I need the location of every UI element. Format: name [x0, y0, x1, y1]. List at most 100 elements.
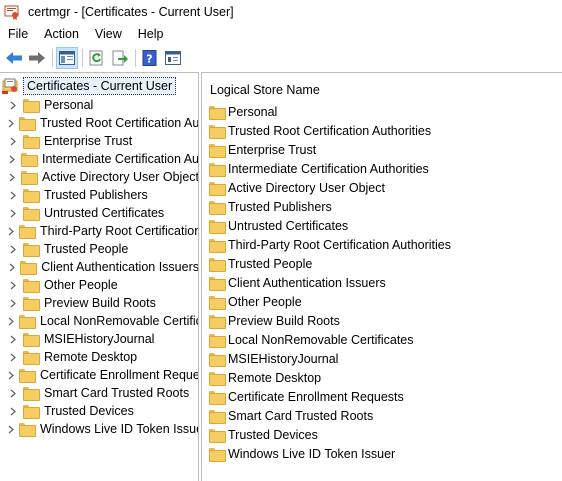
- chevron-right-icon[interactable]: [8, 186, 18, 204]
- tree-item-third-party-root-certification[interactable]: Third-Party Root Certification: [0, 222, 199, 240]
- store-item-preview-build-roots[interactable]: Preview Build Roots: [202, 311, 562, 330]
- tree-list: Personal Trusted Root Certification Au Ent…: [0, 96, 199, 438]
- store-item-msiehistoryjournal[interactable]: MSIEHistoryJournal: [202, 349, 562, 368]
- tree-item-trusted-root-certification-au[interactable]: Trusted Root Certification Au: [0, 114, 198, 132]
- store-item-remote-desktop[interactable]: Remote Desktop: [202, 368, 562, 387]
- store-item-trusted-people[interactable]: Trusted People: [202, 254, 562, 273]
- store-item-windows-live-id-token-issuer[interactable]: Windows Live ID Token Issuer: [202, 444, 562, 463]
- folder-icon: [19, 423, 36, 437]
- store-item-third-party-root-certification-authorities[interactable]: Third-Party Root Certification Authoriti…: [202, 235, 562, 254]
- tree-item-local-nonremovable-certific[interactable]: Local NonRemovable Certific: [0, 312, 199, 330]
- chevron-right-icon[interactable]: [8, 276, 18, 294]
- chevron-right-icon[interactable]: [8, 150, 16, 168]
- tree-item-label: Windows Live ID Token Issuer: [40, 422, 199, 436]
- tree-item-remote-desktop[interactable]: Remote Desktop: [0, 348, 198, 366]
- forward-button[interactable]: [26, 47, 48, 69]
- chevron-right-icon[interactable]: [8, 384, 18, 402]
- store-item-active-directory-user-object[interactable]: Active Directory User Object: [202, 178, 562, 197]
- menu-help[interactable]: Help: [130, 24, 172, 44]
- store-item-smart-card-trusted-roots[interactable]: Smart Card Trusted Roots: [202, 406, 562, 425]
- folder-icon: [209, 124, 226, 139]
- toolbar-separator: [52, 49, 53, 67]
- tree-item-enterprise-trust[interactable]: Enterprise Trust: [0, 132, 198, 150]
- tree-item-label: Trusted Devices: [44, 404, 134, 418]
- folder-icon: [209, 333, 226, 348]
- store-item-untrusted-certificates[interactable]: Untrusted Certificates: [202, 216, 562, 235]
- folder-icon: [209, 219, 226, 234]
- title-bar: certmgr - [Certificates - Current User]: [0, 0, 562, 24]
- store-item-label: Local NonRemovable Certificates: [228, 332, 414, 347]
- store-item-trusted-devices[interactable]: Trusted Devices: [202, 425, 562, 444]
- chevron-right-icon[interactable]: [8, 168, 16, 186]
- help-button[interactable]: ?: [139, 47, 161, 69]
- tree-item-label: Enterprise Trust: [44, 134, 133, 148]
- tree-item-trusted-devices[interactable]: Trusted Devices: [0, 402, 198, 420]
- chevron-right-icon[interactable]: [8, 132, 18, 150]
- store-item-trusted-root-certification-authorities[interactable]: Trusted Root Certification Authorities: [202, 121, 562, 140]
- store-item-enterprise-trust[interactable]: Enterprise Trust: [202, 140, 562, 159]
- tree-item-certificate-enrollment-reques[interactable]: Certificate Enrollment Reques: [0, 366, 198, 384]
- chevron-right-icon[interactable]: [8, 258, 15, 276]
- folder-icon: [209, 314, 226, 329]
- chevron-right-icon[interactable]: [8, 240, 18, 258]
- folder-icon: [23, 189, 40, 203]
- store-item-label: Personal: [228, 104, 278, 119]
- chevron-right-icon[interactable]: [8, 294, 18, 312]
- chevron-right-icon[interactable]: [8, 330, 18, 348]
- tree-item-smart-card-trusted-roots[interactable]: Smart Card Trusted Roots: [0, 384, 198, 402]
- folder-icon: [23, 405, 40, 419]
- menu-view[interactable]: View: [87, 24, 130, 44]
- store-item-intermediate-certification-authorities[interactable]: Intermediate Certification Authorities: [202, 159, 562, 178]
- tree-item-label: Local NonRemovable Certific: [40, 314, 199, 328]
- tree-item-windows-live-id-token-issuer[interactable]: Windows Live ID Token Issuer: [0, 420, 199, 438]
- properties-button[interactable]: [162, 47, 184, 69]
- tree-item-untrusted-certificates[interactable]: Untrusted Certificates: [0, 204, 198, 222]
- export-list-button[interactable]: [109, 47, 131, 69]
- tree-item-personal[interactable]: Personal: [0, 96, 198, 114]
- tree-item-active-directory-user-object[interactable]: Active Directory User Object: [0, 168, 198, 186]
- chevron-right-icon[interactable]: [8, 420, 14, 438]
- store-list-pane[interactable]: Logical Store Name Personal Trusted Root …: [201, 72, 562, 481]
- chevron-right-icon[interactable]: [8, 96, 18, 114]
- store-item-other-people[interactable]: Other People: [202, 292, 562, 311]
- tree-pane[interactable]: Certificates - Current User Personal Trus…: [0, 72, 199, 481]
- menu-action[interactable]: Action: [36, 24, 87, 44]
- tree-item-other-people[interactable]: Other People: [0, 276, 198, 294]
- tree-item-label: Third-Party Root Certification: [40, 224, 199, 238]
- back-button[interactable]: [3, 47, 25, 69]
- tree-root-node[interactable]: Certificates - Current User: [2, 77, 177, 95]
- store-item-trusted-publishers[interactable]: Trusted Publishers: [202, 197, 562, 216]
- store-list: Personal Trusted Root Certification Autho…: [202, 102, 562, 463]
- refresh-button[interactable]: [86, 47, 108, 69]
- tree-item-msiehistoryjournal[interactable]: MSIEHistoryJournal: [0, 330, 198, 348]
- chevron-right-icon[interactable]: [8, 366, 14, 384]
- tree-item-label: Other People: [44, 278, 118, 292]
- tree-item-intermediate-certification-au[interactable]: Intermediate Certification Au: [0, 150, 199, 168]
- chevron-right-icon[interactable]: [8, 222, 14, 240]
- store-item-label: Client Authentication Issuers: [228, 275, 386, 290]
- tree-item-preview-build-roots[interactable]: Preview Build Roots: [0, 294, 198, 312]
- store-item-local-nonremovable-certificates[interactable]: Local NonRemovable Certificates: [202, 330, 562, 349]
- certmgr-app-icon[interactable]: [4, 4, 20, 20]
- tree-item-trusted-people[interactable]: Trusted People: [0, 240, 198, 258]
- store-item-certificate-enrollment-requests[interactable]: Certificate Enrollment Requests: [202, 387, 562, 406]
- chevron-right-icon[interactable]: [8, 114, 14, 132]
- folder-icon: [209, 409, 226, 424]
- chevron-right-icon[interactable]: [8, 312, 14, 330]
- toolbar-separator: [135, 49, 136, 67]
- chevron-right-icon[interactable]: [8, 204, 18, 222]
- store-item-personal[interactable]: Personal: [202, 102, 562, 121]
- folder-icon: [209, 181, 226, 196]
- tree-item-label: Intermediate Certification Au: [41, 152, 199, 166]
- tree-item-client-authentication-issuers[interactable]: Client Authentication Issuers: [0, 258, 198, 276]
- folder-icon: [209, 200, 226, 215]
- chevron-right-icon[interactable]: [8, 402, 18, 420]
- chevron-right-icon[interactable]: [8, 348, 18, 366]
- tree-item-trusted-publishers[interactable]: Trusted Publishers: [0, 186, 198, 204]
- store-item-client-authentication-issuers[interactable]: Client Authentication Issuers: [202, 273, 562, 292]
- show-hide-tree-button[interactable]: [56, 47, 78, 69]
- folder-icon: [19, 117, 36, 131]
- column-header-logical-store-name[interactable]: Logical Store Name: [210, 83, 320, 97]
- tree-item-label: MSIEHistoryJournal: [44, 332, 155, 346]
- menu-file[interactable]: File: [0, 24, 36, 44]
